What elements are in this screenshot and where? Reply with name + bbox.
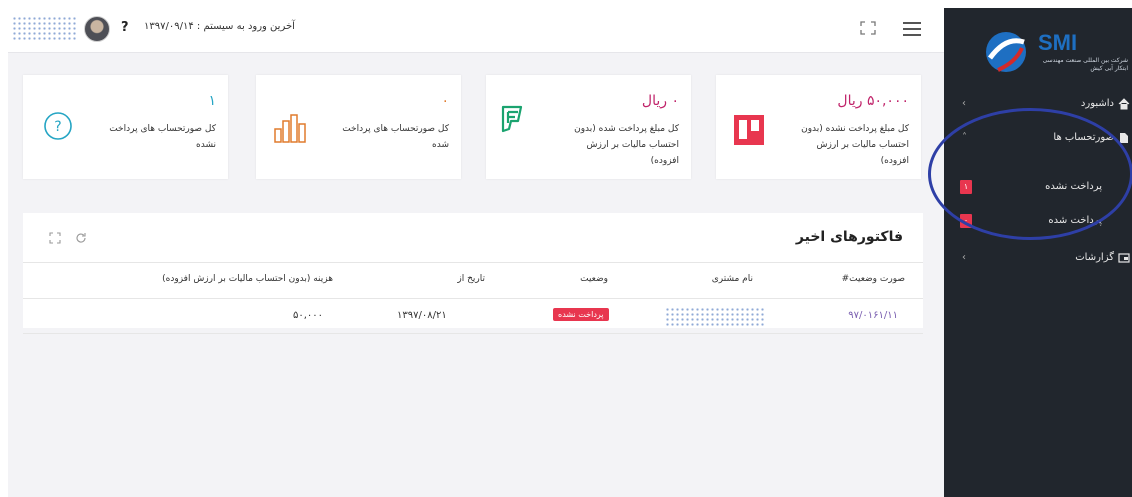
help-icon[interactable]: ? <box>121 20 129 35</box>
main-content: ? آخرین ورود به سیستم : ۱۳۹۷/۰۹/۱۴ ۵۰,۰۰… <box>8 8 944 497</box>
company-logo: SMI شرکت بین المللی صنعت مهندسی ابتکار آ… <box>982 24 1132 84</box>
report-icon <box>1118 253 1130 263</box>
logo-text: SMI <box>1038 30 1078 55</box>
foursquare-icon <box>501 105 523 133</box>
sidebar: SMI شرکت بین المللی صنعت مهندسی ابتکار آ… <box>944 8 1132 497</box>
unpaid-invoices-value: ۱ <box>208 93 216 109</box>
annotation-circle <box>928 108 1132 240</box>
fullscreen-icon[interactable] <box>860 21 876 35</box>
trello-board-icon <box>734 115 764 145</box>
refresh-icon[interactable] <box>75 232 87 244</box>
top-bar: ? آخرین ورود به سیستم : ۱۳۹۷/۰۹/۱۴ <box>8 8 944 53</box>
status-badge: پرداخت نشده <box>553 308 609 321</box>
col-number[interactable]: صورت وضعیت# <box>842 274 905 284</box>
paid-amount-card: ۰ ریال کل مبلغ پرداخت شده (بدون احتساب م… <box>486 75 691 179</box>
customer-name-redacted <box>665 307 765 327</box>
col-date[interactable]: تاریخ از <box>457 274 485 284</box>
sidebar-item-dashboard-label: داشبورد <box>1080 98 1114 109</box>
last-login-text: آخرین ورود به سیستم : ۱۳۹۷/۰۹/۱۴ <box>144 21 295 32</box>
panel-title: فاکتورهای اخیر <box>795 229 903 245</box>
col-customer[interactable]: نام مشتری <box>712 274 753 284</box>
logo-subtitle: شرکت بین المللی صنعت مهندسی ابتکار آبی ک… <box>1042 57 1128 72</box>
paid-amount-value: ۰ ریال <box>641 93 679 109</box>
sidebar-item-reports[interactable]: گزارشات ‹ <box>944 248 1132 270</box>
app-window: ? آخرین ورود به سیستم : ۱۳۹۷/۰۹/۱۴ ۵۰,۰۰… <box>0 0 1132 497</box>
col-amount[interactable]: هزینه (بدون احتساب مالیات بر ارزش افزوده… <box>162 274 333 284</box>
col-status[interactable]: وضعیت <box>580 274 608 284</box>
table-header: صورت وضعیت# نام مشتری وضعیت تاریخ از هزی… <box>23 262 923 299</box>
paid-invoices-value: ۰ <box>441 93 449 109</box>
recent-invoices-panel: فاکتورهای اخیر صورت وضعیت# نام مشتری وضع… <box>23 213 923 334</box>
paid-invoices-card: ۰ کل صورتحساب های پرداخت شده <box>256 75 461 179</box>
panel-tools <box>49 230 87 244</box>
invoice-number-link[interactable]: ۹۷/۰۱۶۱/۱۱ <box>848 310 898 321</box>
unpaid-amount-card: ۵۰,۰۰۰ ریال کل مبلغ پرداخت نشده (بدون اح… <box>716 75 921 179</box>
home-icon <box>1118 98 1130 110</box>
username-redacted <box>12 16 76 40</box>
paid-invoices-label: کل صورتحساب های پرداخت شده <box>342 124 449 150</box>
hamburger-icon[interactable] <box>903 22 921 36</box>
chevron-left-icon: ‹ <box>962 98 966 109</box>
chevron-left-icon: ‹ <box>962 252 966 263</box>
svg-text:?: ? <box>54 119 61 135</box>
bar-chart-icon <box>274 114 306 143</box>
question-circle-icon: ? <box>44 112 72 140</box>
invoice-amount: ۵۰,۰۰۰ <box>293 310 324 321</box>
table-row[interactable]: ۹۷/۰۱۶۱/۱۱ پرداخت نشده ۱۳۹۷/۰۸/۲۱ ۵۰,۰۰۰ <box>23 298 923 334</box>
unpaid-invoices-card: ۱ کل صورتحساب های پرداخت نشده ? <box>23 75 228 179</box>
sidebar-item-reports-label: گزارشات <box>1075 252 1114 263</box>
user-avatar-icon[interactable] <box>84 16 110 42</box>
unpaid-amount-label: کل مبلغ پرداخت نشده (بدون احتساب مالیات … <box>801 124 909 166</box>
paid-amount-label: کل مبلغ پرداخت شده (بدون احتساب مالیات ب… <box>574 124 679 166</box>
logo-globe-icon <box>986 32 1026 72</box>
invoice-date: ۱۳۹۷/۰۸/۲۱ <box>397 310 447 321</box>
unpaid-amount-value: ۵۰,۰۰۰ ریال <box>837 93 909 109</box>
expand-icon[interactable] <box>49 231 61 244</box>
unpaid-invoices-label: کل صورتحساب های پرداخت نشده <box>109 124 216 150</box>
